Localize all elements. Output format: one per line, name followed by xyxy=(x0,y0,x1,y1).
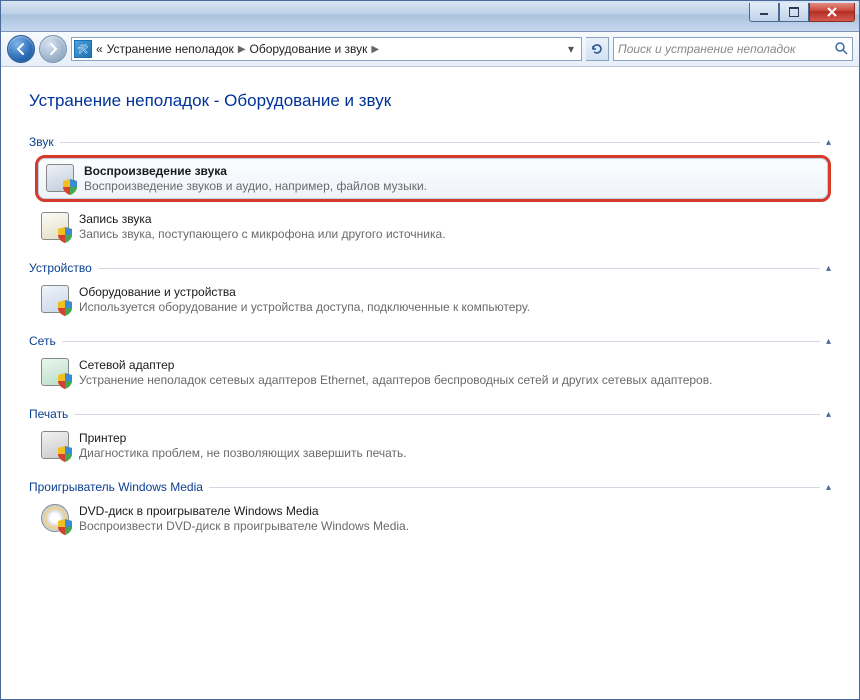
item-title: Сетевой адаптер xyxy=(79,358,712,372)
chevron-right-icon: ▶ xyxy=(371,44,379,55)
close-button[interactable] xyxy=(809,3,855,22)
item-title: Оборудование и устройства xyxy=(79,285,530,299)
section-header-wmp[interactable]: Проигрыватель Windows Media ▴ xyxy=(29,476,831,498)
section-print: Печать ▴ Принтер Диагностика проблем, не… xyxy=(29,403,831,464)
section-label: Устройство xyxy=(29,261,92,275)
section-header-print[interactable]: Печать ▴ xyxy=(29,403,831,425)
uac-shield-icon xyxy=(58,519,72,535)
control-panel-icon: 🛠 xyxy=(74,40,92,58)
collapse-icon: ▴ xyxy=(826,482,831,493)
section-sound: Звук ▴ Воспроизведение звука Воспроизвед… xyxy=(29,131,831,245)
uac-shield-icon xyxy=(58,446,72,462)
item-wmp-dvd[interactable]: DVD-диск в проигрывателе Windows Media В… xyxy=(35,500,831,537)
device-icon xyxy=(41,285,69,313)
item-desc: Воспроизвести DVD-диск в проигрывателе W… xyxy=(79,519,409,533)
section-label: Звук xyxy=(29,135,54,149)
window-frame: 🛠 « Устранение неполадок ▶ Оборудование … xyxy=(0,0,860,700)
uac-shield-icon xyxy=(58,373,72,389)
item-desc: Используется оборудование и устройства д… xyxy=(79,300,530,314)
collapse-icon: ▴ xyxy=(826,263,831,274)
navigation-bar: 🛠 « Устранение неполадок ▶ Оборудование … xyxy=(1,32,859,67)
item-hardware-devices[interactable]: Оборудование и устройства Используется о… xyxy=(35,281,831,318)
section-network: Сеть ▴ Сетевой адаптер Устранение непола… xyxy=(29,330,831,391)
dvd-icon xyxy=(41,504,69,532)
item-printer[interactable]: Принтер Диагностика проблем, не позволяю… xyxy=(35,427,831,464)
microphone-icon xyxy=(41,212,69,240)
forward-button[interactable] xyxy=(39,35,67,63)
uac-shield-icon xyxy=(63,179,77,195)
window-controls xyxy=(749,3,855,22)
uac-shield-icon xyxy=(58,227,72,243)
item-desc: Устранение неполадок сетевых адаптеров E… xyxy=(79,373,712,387)
item-audio-recording[interactable]: Запись звука Запись звука, поступающего … xyxy=(35,208,831,245)
uac-shield-icon xyxy=(58,300,72,316)
network-adapter-icon xyxy=(41,358,69,386)
item-network-adapter[interactable]: Сетевой адаптер Устранение неполадок сет… xyxy=(35,354,831,391)
item-title: Принтер xyxy=(79,431,407,445)
item-title: DVD-диск в проигрывателе Windows Media xyxy=(79,504,409,518)
maximize-button[interactable] xyxy=(779,3,809,22)
item-title: Воспроизведение звука xyxy=(84,164,427,178)
search-placeholder: Поиск и устранение неполадок xyxy=(618,42,796,56)
section-header-device[interactable]: Устройство ▴ xyxy=(29,257,831,279)
item-desc: Диагностика проблем, не позволяющих заве… xyxy=(79,446,407,460)
item-desc: Воспроизведение звуков и аудио, например… xyxy=(84,179,427,193)
search-icon xyxy=(834,41,848,58)
item-audio-playback[interactable]: Воспроизведение звука Воспроизведение зв… xyxy=(35,155,831,202)
title-bar xyxy=(1,1,859,32)
search-input[interactable]: Поиск и устранение неполадок xyxy=(613,37,853,61)
page-title: Устранение неполадок - Оборудование и зв… xyxy=(29,91,831,111)
breadcrumb-prefix: « xyxy=(96,42,103,56)
refresh-button[interactable] xyxy=(586,37,609,61)
collapse-icon: ▴ xyxy=(826,409,831,420)
section-label: Печать xyxy=(29,407,68,421)
section-label: Проигрыватель Windows Media xyxy=(29,480,203,494)
chevron-right-icon: ▶ xyxy=(238,44,246,55)
content-pane: Устранение неполадок - Оборудование и зв… xyxy=(1,67,859,699)
speaker-icon xyxy=(46,164,74,192)
collapse-icon: ▴ xyxy=(826,137,831,148)
printer-icon xyxy=(41,431,69,459)
collapse-icon: ▴ xyxy=(826,336,831,347)
address-dropdown-icon[interactable]: ▾ xyxy=(563,42,579,56)
section-wmp: Проигрыватель Windows Media ▴ DVD-диск в… xyxy=(29,476,831,537)
minimize-button[interactable] xyxy=(749,3,779,22)
address-bar[interactable]: 🛠 « Устранение неполадок ▶ Оборудование … xyxy=(71,37,582,61)
section-header-sound[interactable]: Звук ▴ xyxy=(29,131,831,153)
item-title: Запись звука xyxy=(79,212,446,226)
back-button[interactable] xyxy=(7,35,35,63)
breadcrumb-troubleshoot[interactable]: Устранение неполадок xyxy=(107,42,234,56)
section-label: Сеть xyxy=(29,334,56,348)
breadcrumb-hardware-sound[interactable]: Оборудование и звук xyxy=(250,42,368,56)
item-desc: Запись звука, поступающего с микрофона и… xyxy=(79,227,446,241)
section-device: Устройство ▴ Оборудование и устройства И… xyxy=(29,257,831,318)
section-header-network[interactable]: Сеть ▴ xyxy=(29,330,831,352)
